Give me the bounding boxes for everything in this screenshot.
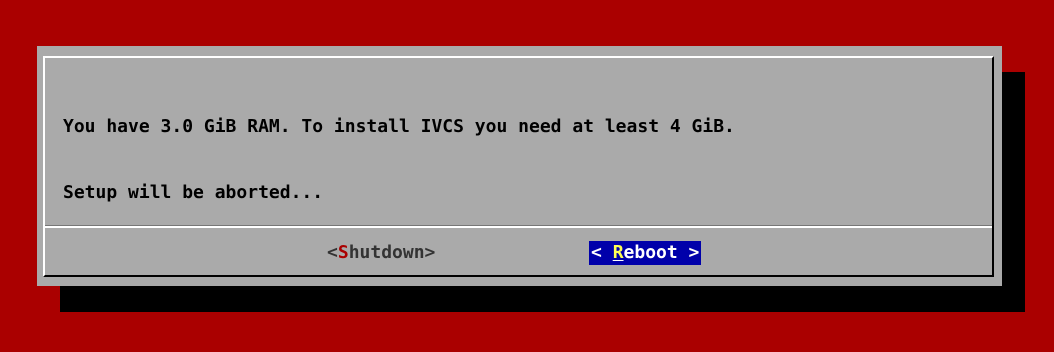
shutdown-button[interactable]: <Shutdown>: [327, 241, 435, 265]
shutdown-label: hutdown: [348, 242, 425, 263]
reboot-open-bracket: <: [591, 242, 613, 263]
message-line-2: Setup will be aborted...: [63, 182, 324, 203]
message-line-1: You have 3.0 GiB RAM. To install IVCS yo…: [63, 116, 735, 137]
reboot-button[interactable]: < Reboot >: [589, 241, 702, 265]
reboot-close-bracket: >: [677, 242, 700, 263]
alert-dialog: You have 3.0 GiB RAM. To install IVCS yo…: [37, 46, 1002, 286]
reboot-label: eboot: [623, 242, 678, 263]
shutdown-hotkey: S: [337, 242, 349, 263]
shutdown-open-bracket: <: [327, 242, 338, 263]
shutdown-close-bracket: >: [424, 242, 436, 263]
button-separator: [45, 225, 992, 228]
dialog-message: You have 3.0 GiB RAM. To install IVCS yo…: [63, 72, 963, 248]
reboot-hotkey: R: [612, 242, 624, 263]
